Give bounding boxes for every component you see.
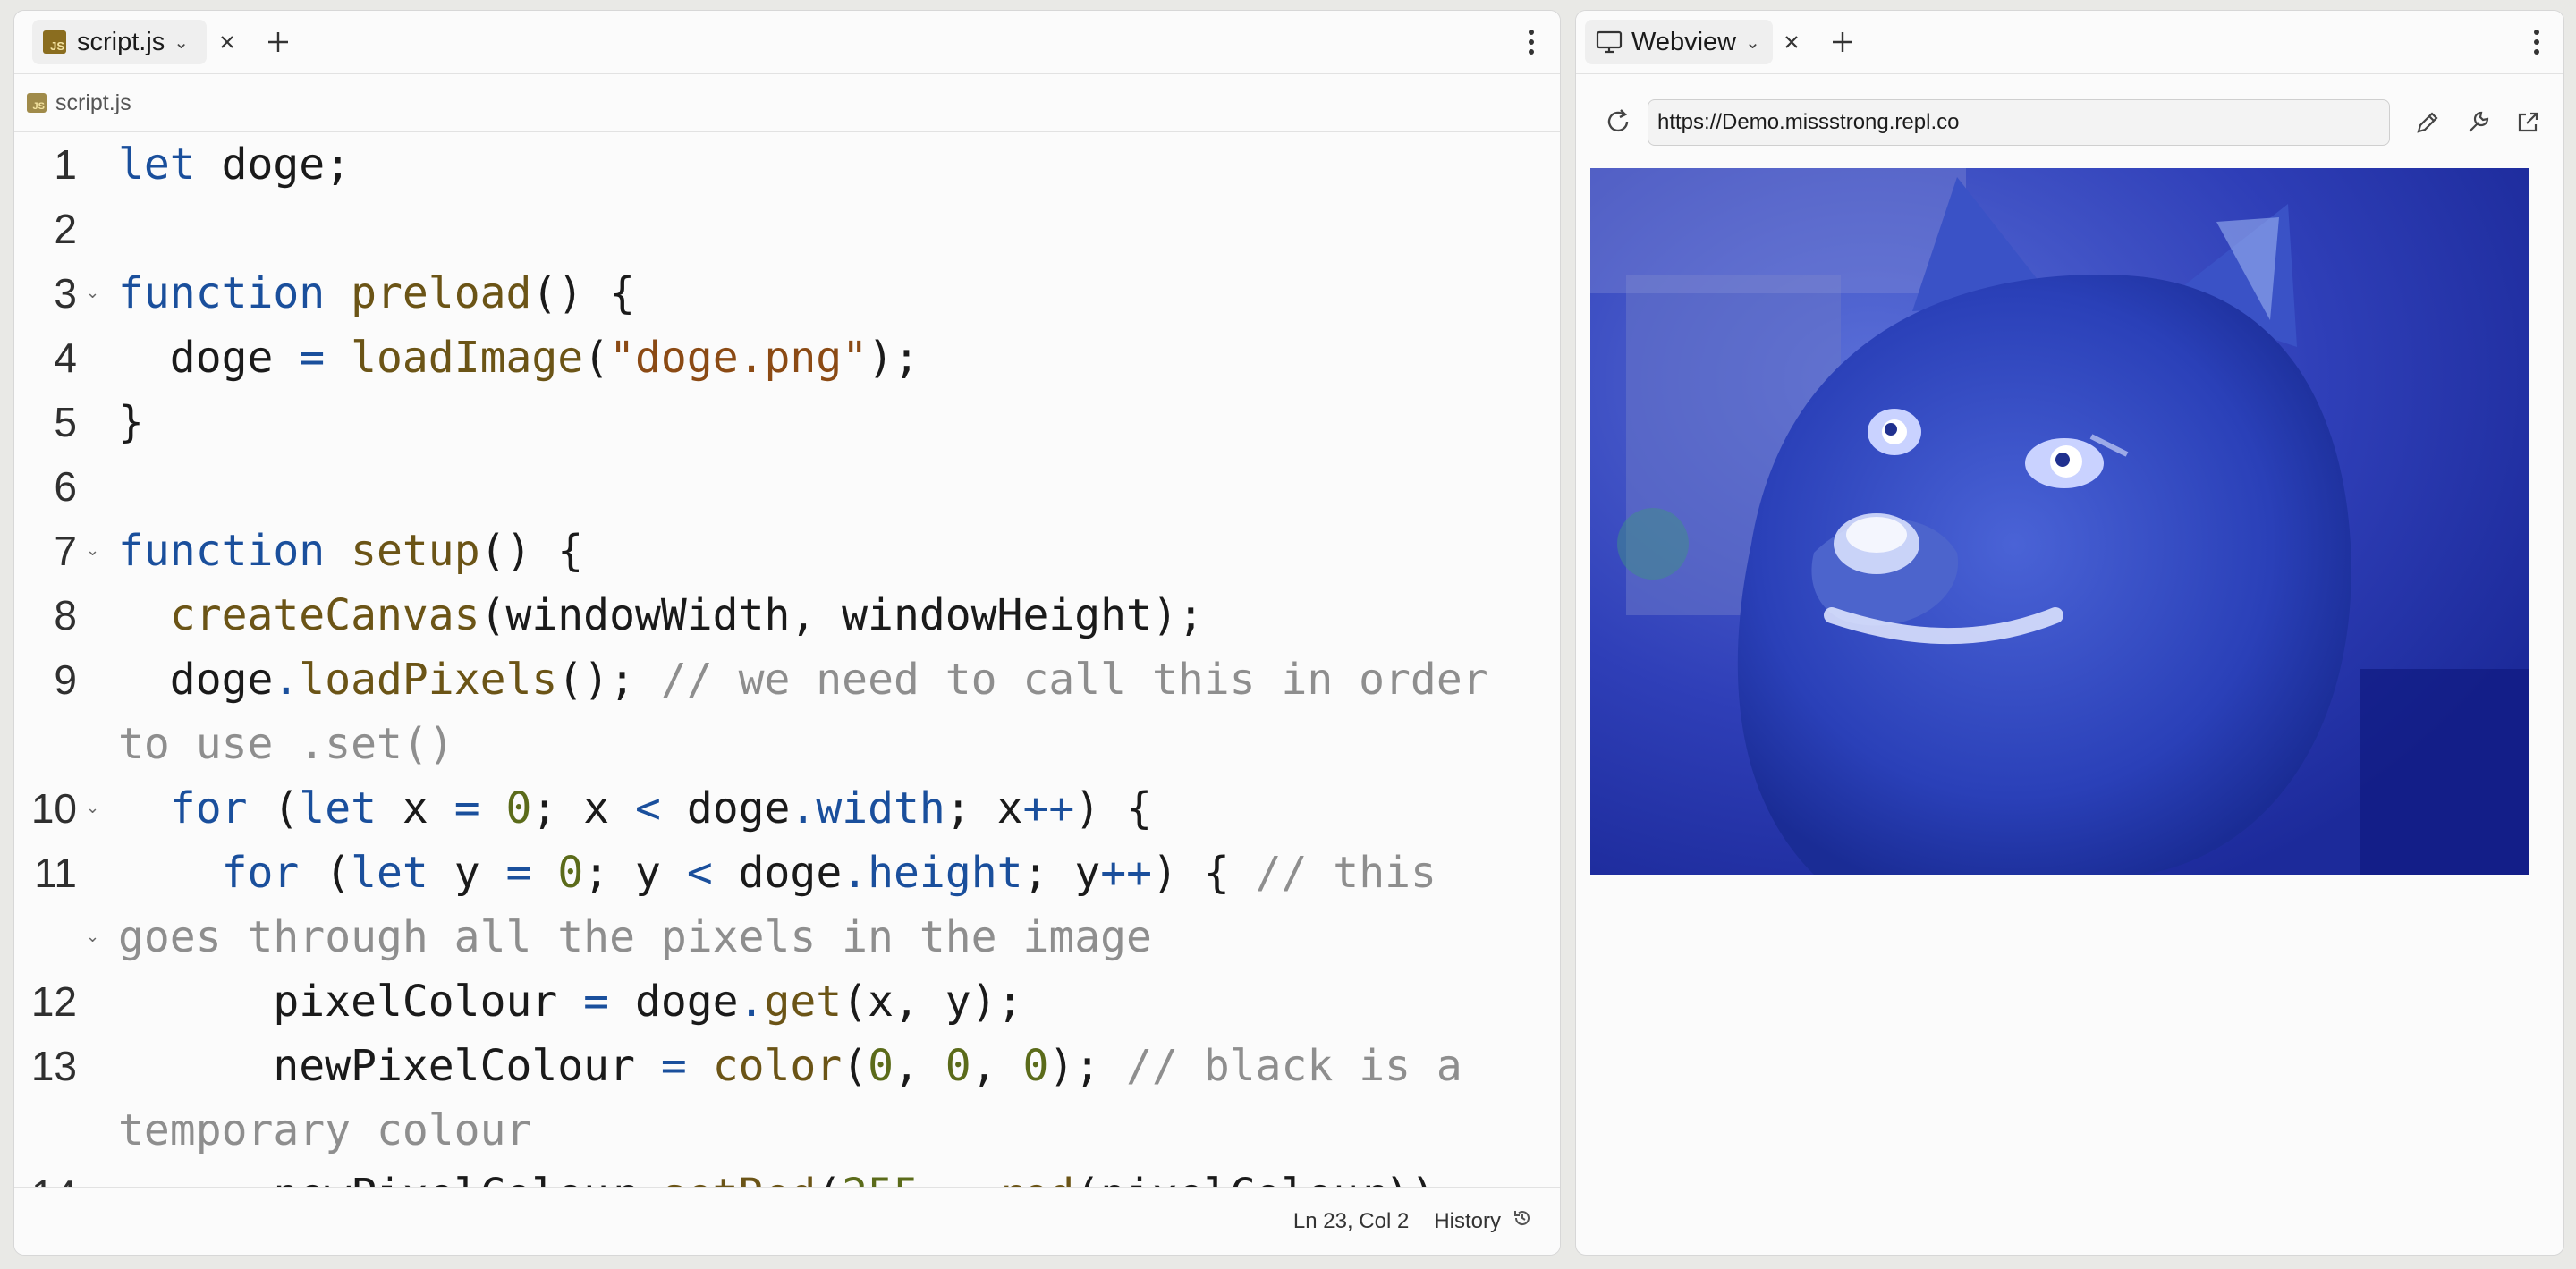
code-line[interactable]: 10 ⌄ for (let x = 0; x < doge.width; x++)… [14, 776, 1560, 841]
code-text: createCanvas(windowWidth, windowHeight); [169, 590, 1204, 640]
code-line[interactable]: ⌄ goes through all the pixels in the imag… [14, 905, 1560, 969]
monitor-icon [1596, 30, 1623, 54]
address-bar-row [1576, 74, 2563, 173]
close-icon [221, 36, 233, 48]
plus-icon [268, 32, 288, 52]
tab-script-js[interactable]: JS script.js ⌄ [32, 20, 207, 64]
edit-button[interactable] [2406, 99, 2449, 146]
line-number: 11 [34, 850, 77, 896]
line-number: 12 [30, 978, 77, 1025]
fold-chevron-icon[interactable]: ⌄ [86, 905, 99, 969]
webview-tabbar: Webview ⌄ [1576, 11, 2563, 74]
devtools-button[interactable] [2456, 99, 2499, 146]
chevron-down-icon[interactable]: ⌄ [1745, 31, 1760, 54]
close-icon [1785, 36, 1798, 48]
pencil-icon [2417, 112, 2438, 133]
code-line[interactable]: 13 newPixelColour = color(0, 0, 0); // b… [14, 1034, 1560, 1098]
line-number: 9 [54, 656, 77, 703]
add-tab-button[interactable] [1820, 20, 1865, 64]
open-external-button[interactable] [2506, 99, 2549, 146]
webview-canvas-image [1590, 168, 2529, 875]
code-text: let doge; [118, 140, 352, 190]
line-number: 5 [54, 399, 77, 445]
webview-pane: Webview ⌄ [1575, 10, 2564, 1256]
editor-more-button[interactable] [1513, 20, 1549, 64]
code-line[interactable]: 7 ⌄ function setup() { [14, 519, 1560, 583]
close-tab-button[interactable] [1769, 20, 1814, 64]
kebab-menu-icon [2534, 30, 2539, 55]
history-icon [1512, 1207, 1533, 1235]
code-line[interactable]: 1 let doge; [14, 132, 1560, 197]
line-number: 13 [30, 1043, 77, 1089]
open-external-icon [2518, 112, 2538, 132]
status-bar: Ln 23, Col 2 History [14, 1187, 1560, 1255]
tab-label: script.js [77, 27, 165, 56]
code-text: goes through all the pixels in the image [118, 912, 1152, 962]
line-number: 8 [54, 592, 77, 639]
wrench-icon [2469, 111, 2489, 132]
code-text: to use .set() [118, 719, 454, 769]
code-line[interactable]: 9 doge.loadPixels(); // we need to call … [14, 647, 1560, 712]
editor-tabbar: JS script.js ⌄ [14, 11, 1560, 74]
code-text: function setup() { [118, 526, 584, 576]
reload-icon [1607, 109, 1629, 132]
fold-chevron-icon[interactable]: ⌄ [86, 519, 99, 583]
kebab-menu-icon [1529, 30, 1534, 55]
url-input[interactable] [1648, 99, 2390, 146]
webview-more-button[interactable] [2519, 20, 2555, 64]
js-file-icon: JS [27, 93, 47, 113]
line-number: 10 [30, 785, 77, 832]
add-tab-button[interactable] [256, 20, 301, 64]
code-text: function preload() { [118, 268, 635, 318]
line-number: 7 [54, 528, 77, 574]
history-button[interactable]: History [1434, 1207, 1533, 1235]
code-line[interactable]: 6 [14, 454, 1560, 519]
plus-icon [1833, 32, 1852, 52]
js-file-icon: JS [43, 30, 66, 54]
breadcrumb: JS script.js [14, 74, 1560, 132]
code-text: } [118, 397, 144, 447]
tab-webview[interactable]: Webview ⌄ [1585, 20, 1773, 64]
code-text: temporary colour [118, 1105, 532, 1155]
cursor-position[interactable]: Ln 23, Col 2 [1293, 1209, 1409, 1234]
tab-label: Webview [1631, 27, 1737, 56]
code-line[interactable]: 8 createCanvas(windowWidth, windowHeight… [14, 583, 1560, 647]
line-number: 3 [54, 270, 77, 317]
history-label: History [1434, 1208, 1501, 1233]
code-line[interactable]: to use .set() [14, 712, 1560, 776]
code-text: doge.loadPixels(); // we need to call th… [118, 655, 1488, 705]
code-text: doge = loadImage("doge.png"); [118, 333, 919, 383]
code-editor[interactable]: 1 let doge; 2 3 ⌄ function preload() {4 doge … [14, 132, 1560, 1199]
line-number: 4 [54, 334, 77, 381]
code-line[interactable]: 3 ⌄ function preload() { [14, 261, 1560, 326]
code-line[interactable]: temporary colour [14, 1098, 1560, 1163]
editor-pane: JS script.js ⌄ JS script.js 1 let doge; 2 3… [13, 10, 1561, 1256]
reload-button[interactable] [1596, 99, 1640, 144]
line-number: 1 [54, 141, 77, 188]
code-line[interactable]: 12 pixelColour = doge.get(x, y); [14, 969, 1560, 1034]
close-tab-button[interactable] [205, 20, 250, 64]
code-text: newPixelColour = color(0, 0, 0); // blac… [118, 1041, 1462, 1091]
code-line[interactable]: 5} [14, 390, 1560, 454]
breadcrumb-file[interactable]: script.js [55, 90, 131, 116]
code-text: for (let y = 0; y < doge.height; y++) { … [221, 848, 1436, 898]
fold-chevron-icon[interactable]: ⌄ [86, 261, 99, 326]
code-line[interactable]: 11 for (let y = 0; y < doge.height; y++)… [14, 841, 1560, 905]
chevron-down-icon[interactable]: ⌄ [174, 31, 189, 54]
fold-chevron-icon[interactable]: ⌄ [86, 776, 99, 841]
code-text: for (let x = 0; x < doge.width; x++) { [169, 783, 1153, 833]
code-line[interactable]: 4 doge = loadImage("doge.png"); [14, 326, 1560, 390]
line-number: 6 [54, 463, 77, 510]
code-text: pixelColour = doge.get(x, y); [118, 977, 1023, 1027]
line-number: 2 [54, 206, 77, 252]
code-line[interactable]: 2 [14, 197, 1560, 261]
